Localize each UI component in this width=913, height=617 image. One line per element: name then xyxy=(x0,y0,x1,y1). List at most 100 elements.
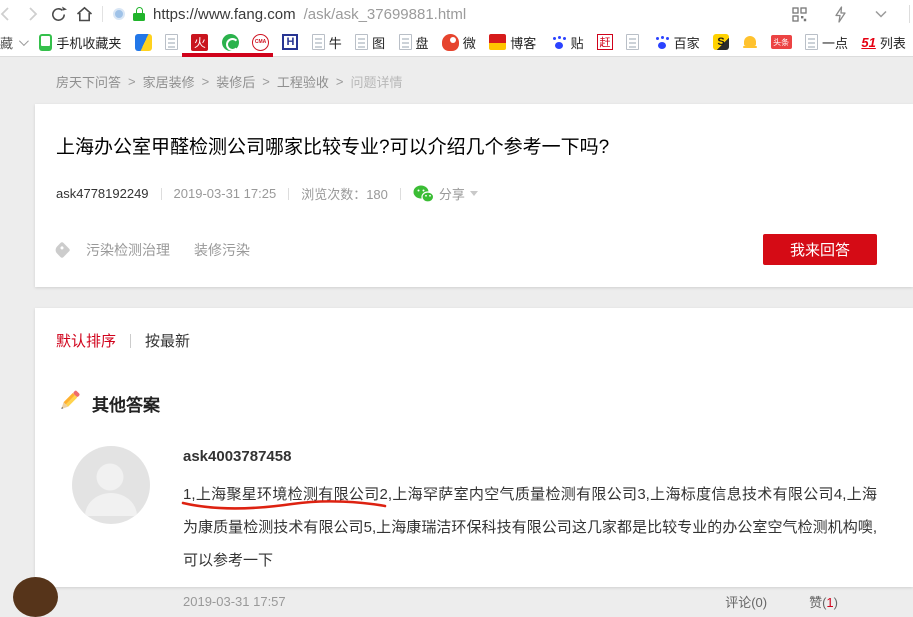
breadcrumb-item: 问题详情 xyxy=(350,72,402,91)
answer-button[interactable]: 我来回答 xyxy=(763,234,877,265)
bookmark-label: 博客 xyxy=(510,33,536,52)
like-button[interactable]: 赞(1) xyxy=(809,592,838,611)
bookmark-item[interactable] xyxy=(742,35,757,50)
page-icon xyxy=(399,34,412,50)
breadcrumb-item[interactable]: 工程验收 xyxy=(277,72,329,91)
bookmark-item[interactable] xyxy=(222,34,239,51)
comment-button[interactable]: 评论(0) xyxy=(725,592,767,611)
bookmark-item[interactable] xyxy=(135,34,152,51)
forward-button[interactable] xyxy=(19,2,45,26)
phone-icon xyxy=(39,34,52,51)
home-button[interactable] xyxy=(71,2,97,26)
bookmark-label: 列表 xyxy=(880,33,906,52)
bookmark-item[interactable]: 赶 xyxy=(597,34,613,50)
answer-username[interactable]: ask4003787458 xyxy=(183,448,877,465)
page-icon xyxy=(312,34,325,50)
toolbar-right-group xyxy=(786,2,913,26)
breadcrumb-item[interactable]: 装修后 xyxy=(216,72,255,91)
bookmark-item[interactable]: CMA xyxy=(252,34,269,51)
cma-icon: CMA xyxy=(252,34,269,51)
url-domain: https://www.fang.com xyxy=(153,6,296,23)
answer-footer: 2019-03-31 17:57 评论(0) 赞(1) xyxy=(183,592,877,611)
weibo-icon xyxy=(442,34,459,51)
meta-divider xyxy=(288,188,289,200)
caret-down-icon xyxy=(470,191,478,196)
bookmark-item[interactable]: H xyxy=(282,34,298,50)
sort-default-tab[interactable]: 默认排序 xyxy=(56,330,116,351)
toolbar-right-divider xyxy=(909,5,910,23)
bookmark-item[interactable]: 图 xyxy=(355,33,385,52)
bookmark-item[interactable]: 51列表 xyxy=(861,33,905,52)
paw-icon xyxy=(550,34,567,51)
bookmarks-bar: 藏 手机收藏夹 火 CMA H 牛 图盘 微 博客 贴赶 百家 S 头条 一点 51列表 xyxy=(0,28,913,57)
bookmark-label: 贴 xyxy=(571,33,584,52)
page-icon xyxy=(805,34,818,50)
question-id: ask4778192249 xyxy=(56,186,149,201)
question-footer: 污染检测治理 装修污染 我来回答 xyxy=(56,234,877,265)
sort-divider xyxy=(130,334,131,348)
avatar[interactable] xyxy=(72,446,150,524)
question-date: 2019-03-31 17:25 xyxy=(174,186,277,201)
bookmark-item[interactable]: 藏 xyxy=(0,33,26,52)
bookmark-label: 一点 xyxy=(822,33,848,52)
swirl-icon xyxy=(222,34,239,51)
page-icon xyxy=(165,34,178,50)
bookmark-item[interactable] xyxy=(165,34,178,50)
breadcrumb-item[interactable]: 房天下问答 xyxy=(56,72,121,91)
bookmark-label: 手机收藏夹 xyxy=(56,33,121,52)
site-info-icon[interactable] xyxy=(113,8,125,20)
answer-body: ask4003787458 1,上海聚星环境检测有限公司2,上海罕萨室内空气质量… xyxy=(183,446,877,611)
bookmark-label: 藏 xyxy=(0,33,13,52)
toolbar-divider xyxy=(102,6,103,22)
corner-blob xyxy=(13,577,58,617)
bookmark-item[interactable]: 头条 xyxy=(771,35,792,49)
bookmark-item[interactable]: 百家 xyxy=(653,33,700,52)
answer-date: 2019-03-31 17:57 xyxy=(183,594,286,609)
page-body: 房天下问答>家居装修>装修后>工程验收>问题详情 上海办公室甲醛检测公司哪家比较… xyxy=(0,57,913,587)
page-icon xyxy=(626,34,639,50)
sort-newest-tab[interactable]: 按最新 xyxy=(145,330,190,351)
bookmark-item[interactable]: 贴 xyxy=(550,33,584,52)
chevron-down-icon xyxy=(19,36,29,46)
bookmark-item[interactable] xyxy=(626,34,639,50)
bookmark-item[interactable]: 博客 xyxy=(489,33,536,52)
toutiao-icon: 头条 xyxy=(771,35,792,49)
fire-icon: 火 xyxy=(191,34,208,51)
question-card: 上海办公室甲醛检测公司哪家比较专业?可以介绍几个参考一下吗? ask477819… xyxy=(35,104,913,287)
share-button[interactable]: 分享 xyxy=(413,184,478,203)
refresh-button[interactable] xyxy=(45,2,71,26)
bookmark-item[interactable]: 牛 xyxy=(312,33,342,52)
sort-row: 默认排序 按最新 xyxy=(56,330,877,351)
tag[interactable]: 污染检测治理 xyxy=(86,240,170,260)
url-bar[interactable]: https://www.fang.com/ask/ask_37699881.ht… xyxy=(113,6,466,23)
view-count: 浏览次数：180 xyxy=(301,184,388,203)
breadcrumb-item[interactable]: 家居装修 xyxy=(143,72,195,91)
breadcrumb-separator: > xyxy=(128,74,136,89)
pencil-icon xyxy=(56,388,82,419)
back-button[interactable] xyxy=(0,2,19,26)
browser-toolbar: https://www.fang.com/ask/ask_37699881.ht… xyxy=(0,0,913,28)
chevron-down-icon[interactable] xyxy=(868,2,894,26)
bell-icon xyxy=(742,35,757,50)
bookmark-item[interactable]: 一点 xyxy=(805,33,848,52)
page-icon xyxy=(355,34,368,50)
question-title: 上海办公室甲醛检测公司哪家比较专业?可以介绍几个参考一下吗? xyxy=(56,135,877,161)
lightning-icon[interactable] xyxy=(827,2,853,26)
like-label: 赞( xyxy=(809,595,826,610)
bookmark-label: 牛 xyxy=(329,33,342,52)
section-title: 其他答案 xyxy=(92,391,160,416)
bookmark-label: 微 xyxy=(463,33,476,52)
like-count: 1 xyxy=(826,595,833,610)
qr-code-icon[interactable] xyxy=(786,2,812,26)
bookmark-item[interactable]: 微 xyxy=(442,33,476,52)
answers-card: 默认排序 按最新 其他答案 ask4003787458 1,上海聚星环境检测有限… xyxy=(35,308,913,587)
share-label: 分享 xyxy=(439,184,465,203)
split-icon xyxy=(135,34,152,51)
bookmark-label: 图 xyxy=(372,33,385,52)
tag[interactable]: 装修污染 xyxy=(194,240,250,260)
bookmark-item[interactable]: S xyxy=(713,34,729,50)
bookmark-item[interactable]: 手机收藏夹 xyxy=(39,33,121,52)
bookmark-label: 百家 xyxy=(674,33,700,52)
bookmark-item[interactable]: 盘 xyxy=(399,33,429,52)
bookmark-item[interactable]: 火 xyxy=(191,34,208,51)
